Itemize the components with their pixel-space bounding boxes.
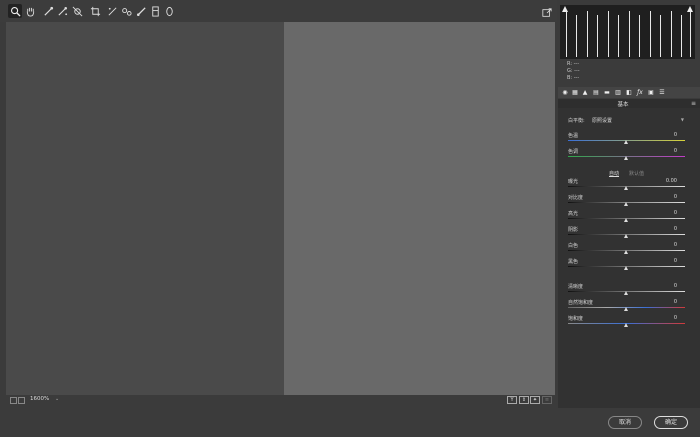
toggle-settings-button[interactable]: ≡: [542, 396, 552, 404]
cancel-button[interactable]: 取消: [608, 416, 642, 429]
hand-icon[interactable]: [23, 4, 37, 18]
slider-value[interactable]: 0: [647, 210, 677, 216]
panel-tabs: ◉ ▦ ▲ ▤ ▬ ▥ ◧ ƒx ▣ ☰: [558, 87, 700, 98]
tab-split-toning-icon[interactable]: ▬: [603, 89, 611, 96]
before-after-button[interactable]: ⇕: [519, 396, 529, 404]
slider-label: 白色: [568, 243, 579, 249]
panel-header: 基本 ≡: [558, 99, 700, 108]
slider-value[interactable]: 0: [647, 315, 677, 321]
status-bar: 1600% ⌄ Y ⇕ ✦ ≡: [6, 395, 555, 407]
slider-label: 色调: [568, 149, 579, 155]
slider-value[interactable]: 0: [647, 226, 677, 232]
slider-label: 色温: [568, 133, 579, 139]
zoom-out-button[interactable]: [10, 397, 17, 404]
shadow-clipping-icon[interactable]: [562, 6, 568, 12]
brush-icon[interactable]: [134, 4, 148, 18]
auto-button[interactable]: 自动: [609, 170, 619, 177]
panel-menu-icon[interactable]: ≡: [691, 100, 696, 107]
zoom-level[interactable]: 1600%: [30, 396, 49, 402]
slider-value[interactable]: 0: [647, 258, 677, 264]
slider-thumb[interactable]: [624, 140, 628, 144]
color-sampler-icon[interactable]: [55, 4, 69, 18]
slider-thumb[interactable]: [624, 307, 628, 311]
tab-transform-icon[interactable]: ◧: [625, 89, 633, 96]
basic-panel: 白平衡: 原照设置 ▼ 自动 默认值 色温 0 色调 0 曝光 0.00 对比度 0 高光 0 阴影…: [558, 108, 700, 408]
target-adjust-icon[interactable]: [70, 4, 84, 18]
rgb-readout: R: --- G: --- B: ---: [567, 61, 580, 82]
histogram-bar: [681, 15, 682, 57]
histogram-bar: [597, 15, 598, 57]
ok-button[interactable]: 确定: [654, 416, 688, 429]
histogram-bar: [608, 11, 609, 57]
chevron-down-icon: ▼: [680, 117, 684, 122]
slider-label: 清晰度: [568, 284, 584, 290]
histogram-bar: [650, 11, 651, 57]
slider-thumb[interactable]: [624, 291, 628, 295]
straighten-icon[interactable]: [105, 4, 119, 18]
slider-thumb[interactable]: [624, 250, 628, 254]
g-readout: G: ---: [567, 68, 580, 74]
slider-value[interactable]: 0.00: [647, 178, 677, 184]
tab-lens-icon[interactable]: ▥: [614, 89, 622, 96]
slider-label: 高光: [568, 211, 579, 217]
slider-value[interactable]: 0: [647, 299, 677, 305]
slider-label: 饱和度: [568, 316, 584, 322]
slider-thumb[interactable]: [624, 266, 628, 270]
histogram: [560, 5, 695, 59]
tab-camera-calibration-icon[interactable]: ▣: [647, 89, 655, 96]
tab-effects-icon[interactable]: ƒx: [636, 89, 644, 96]
slider-label: 自然饱和度: [568, 300, 594, 306]
slider-label: 对比度: [568, 195, 584, 201]
slider-value[interactable]: 0: [647, 194, 677, 200]
histogram-bar: [566, 11, 567, 57]
histogram-bar: [671, 11, 672, 57]
b-readout: B: ---: [567, 75, 580, 81]
tab-tone-curve-icon[interactable]: ▦: [571, 89, 579, 96]
spot-removal-icon[interactable]: [119, 4, 133, 18]
slider-thumb[interactable]: [624, 323, 628, 327]
slider-thumb[interactable]: [624, 218, 628, 222]
slider-value[interactable]: 0: [647, 148, 677, 154]
chevron-down-icon[interactable]: ⌄: [55, 396, 59, 402]
histogram-bar: [587, 11, 588, 57]
slider-value[interactable]: 0: [647, 242, 677, 248]
graduated-filter-icon[interactable]: [148, 4, 162, 18]
histogram-bar: [660, 15, 661, 57]
default-button[interactable]: 默认值: [629, 170, 644, 177]
histogram-bar: [618, 15, 619, 57]
slider-thumb[interactable]: [624, 186, 628, 190]
white-balance-icon[interactable]: [41, 4, 55, 18]
zoom-icon[interactable]: [8, 4, 22, 18]
white-balance-label: 白平衡:: [568, 118, 585, 124]
slider-label: 黑色: [568, 259, 579, 265]
white-balance-value: 原照设置: [592, 118, 613, 124]
tab-presets-icon[interactable]: ☰: [658, 89, 666, 96]
crop-icon[interactable]: [88, 4, 102, 18]
slider-label: 曝光: [568, 179, 579, 185]
slider-label: 阴影: [568, 227, 579, 233]
histogram-bar: [629, 11, 630, 57]
slider-value[interactable]: 0: [647, 132, 677, 138]
panel-title: 基本: [617, 102, 629, 108]
slider-thumb[interactable]: [624, 156, 628, 160]
histogram-bar: [576, 15, 577, 57]
view-mode-button[interactable]: Y: [507, 396, 517, 404]
export-icon[interactable]: [542, 8, 552, 18]
zoom-in-button[interactable]: [18, 397, 25, 404]
white-balance-select[interactable]: 原照设置 ▼: [592, 117, 684, 124]
r-readout: R: ---: [567, 61, 580, 67]
radial-filter-icon[interactable]: [162, 4, 176, 18]
histogram-bar: [639, 15, 640, 57]
image-canvas-right[interactable]: [284, 22, 555, 395]
bottom-bar: 取消 确定: [0, 408, 700, 437]
tab-detail-icon[interactable]: ▲: [581, 89, 589, 96]
swap-settings-button[interactable]: ✦: [530, 396, 540, 404]
histogram-bar: [690, 11, 691, 57]
tab-hsl-icon[interactable]: ▤: [592, 89, 600, 96]
tab-basic-icon[interactable]: ◉: [561, 89, 569, 96]
slider-thumb[interactable]: [624, 202, 628, 206]
slider-thumb[interactable]: [624, 234, 628, 238]
top-toolbar: [0, 0, 557, 22]
slider-value[interactable]: 0: [647, 283, 677, 289]
